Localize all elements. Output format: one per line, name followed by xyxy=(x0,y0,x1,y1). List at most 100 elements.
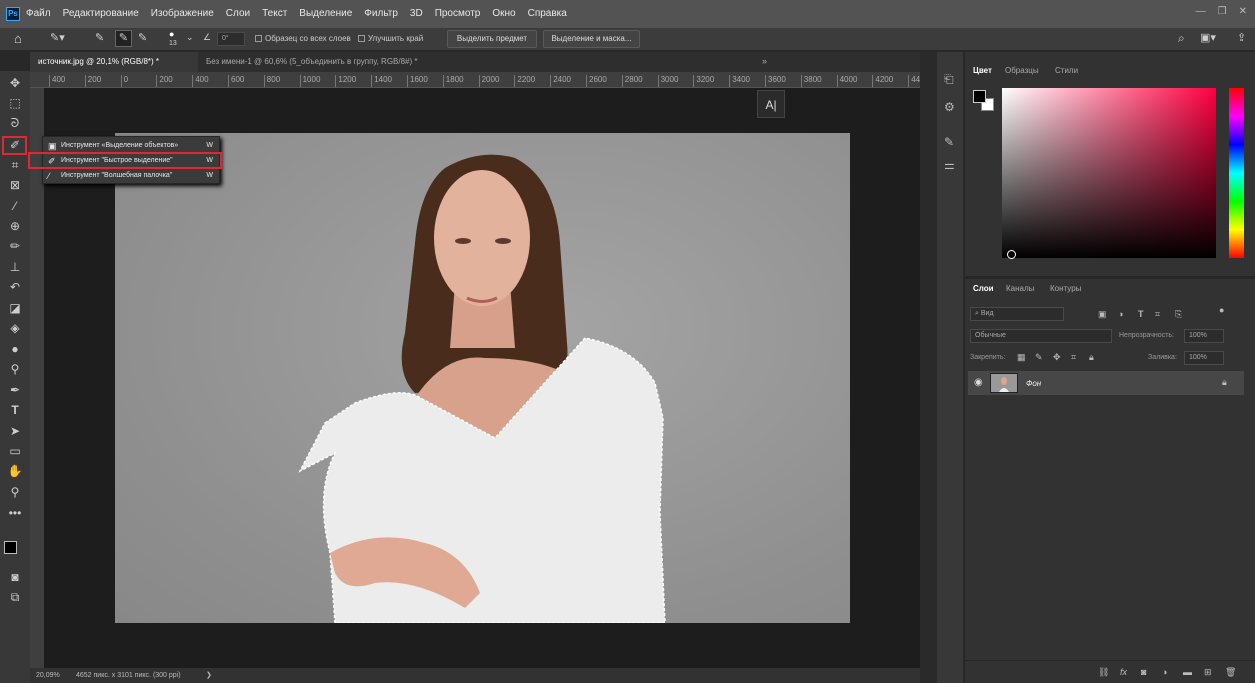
tab-channels[interactable]: Каналы xyxy=(1006,284,1034,293)
screen-mode-icon[interactable]: ⧉ xyxy=(5,589,25,606)
layer-thumbnail[interactable] xyxy=(990,373,1018,393)
panel-collapse-strip[interactable] xyxy=(920,52,937,683)
restore-button[interactable]: ❐ xyxy=(1218,6,1227,17)
new-layer-icon[interactable]: ⊞ xyxy=(1204,667,1212,678)
home-icon[interactable]: ⌂ xyxy=(14,31,22,46)
color-picker-cursor[interactable] xyxy=(1007,250,1016,259)
menu-view[interactable]: Просмотр xyxy=(429,0,487,28)
menu-window[interactable]: Окно xyxy=(486,0,521,28)
angle-field[interactable]: 0° xyxy=(217,32,245,46)
link-layers-icon[interactable]: ⛓ xyxy=(1098,667,1109,678)
lock-transparent-icon[interactable]: ▦ xyxy=(1017,352,1026,363)
more-tools-icon[interactable]: ••• xyxy=(5,505,25,522)
tab-untitled-1[interactable]: Без имени-1 @ 60,6% (5_объединить в груп… xyxy=(198,52,426,72)
add-mask-icon[interactable]: ◙ xyxy=(1141,667,1146,677)
stamp-tool-icon[interactable]: ⊥ xyxy=(5,259,25,276)
healing-tool-icon[interactable]: ⊕ xyxy=(5,218,25,235)
opacity-field[interactable]: 100% xyxy=(1184,329,1224,343)
lock-artboard-icon[interactable]: ⌗ xyxy=(1071,352,1076,363)
adjustments-panel-icon[interactable]: ⚌ xyxy=(944,158,955,172)
menu-layers[interactable]: Слои xyxy=(220,0,256,28)
eraser-tool-icon[interactable]: ◪ xyxy=(5,300,25,317)
new-selection-icon[interactable]: ✎ xyxy=(95,31,104,44)
workspace-icon[interactable]: ▣▾ xyxy=(1200,31,1216,44)
menu-text[interactable]: Текст xyxy=(256,0,293,28)
zoom-tool-icon[interactable]: ⚲ xyxy=(5,484,25,501)
chevron-down-icon[interactable]: ⌄ xyxy=(186,32,194,43)
blur-tool-icon[interactable]: ● xyxy=(5,341,25,358)
zoom-level[interactable]: 20,09% xyxy=(36,668,60,683)
quick-mask-icon[interactable]: ◙ xyxy=(5,569,25,586)
brushes-panel-icon[interactable]: ✎ xyxy=(944,135,954,149)
dodge-tool-icon[interactable]: ⚲ xyxy=(5,361,25,378)
pen-tool-icon[interactable]: ✒ xyxy=(5,382,25,399)
layer-filter-field[interactable]: ⌕ Вид xyxy=(970,307,1064,321)
frame-tool-icon[interactable]: ⊠ xyxy=(5,177,25,194)
enhance-edge-checkbox[interactable]: Улучшить край xyxy=(358,34,423,44)
new-group-icon[interactable]: ▬ xyxy=(1183,667,1192,677)
properties-panel-icon[interactable]: ⚙ xyxy=(944,100,955,114)
marquee-tool-icon[interactable]: ⬚ xyxy=(5,95,25,112)
filter-smart-object-icon[interactable]: ⎘ xyxy=(1175,309,1182,320)
filter-shape-icon[interactable]: ⌗ xyxy=(1155,309,1160,320)
color-picker-field[interactable] xyxy=(1002,88,1216,259)
history-panel-icon[interactable]: ⎗ xyxy=(944,72,954,87)
gradient-tool-icon[interactable]: ◈ xyxy=(5,320,25,337)
filter-pixel-icon[interactable]: ▣ xyxy=(1098,309,1107,320)
tab-layers[interactable]: Слои xyxy=(973,284,994,293)
adjustment-layer-icon[interactable]: ◑ xyxy=(1162,667,1167,677)
path-selection-tool-icon[interactable]: ➤ xyxy=(5,423,25,440)
menu-help[interactable]: Справка xyxy=(522,0,573,28)
filter-toggle-icon[interactable]: ● xyxy=(1219,305,1224,315)
tab-source-jpg[interactable]: источник.jpg @ 20,1% (RGB/8*) * xyxy=(30,52,198,72)
brush-tool-icon[interactable]: ✏ xyxy=(5,238,25,255)
panel-foreground-swatch[interactable] xyxy=(973,90,986,103)
lock-all-icon[interactable]: 🔒︎ xyxy=(1089,352,1094,363)
tab-swatches[interactable]: Образцы xyxy=(1005,66,1039,75)
menu-3d[interactable]: 3D xyxy=(404,0,429,28)
eyedropper-tool-icon[interactable]: ⁄ xyxy=(5,198,25,215)
select-and-mask-button[interactable]: Выделение и маска... xyxy=(543,30,640,48)
filter-type-icon[interactable]: T xyxy=(1138,309,1144,319)
select-subject-button[interactable]: Выделить предмет xyxy=(447,30,537,48)
foreground-color-swatch[interactable] xyxy=(4,541,17,554)
menu-file[interactable]: Файл xyxy=(20,0,57,28)
lasso-tool-icon[interactable]: ᘐ xyxy=(5,115,25,132)
minimize-button[interactable]: — xyxy=(1196,6,1206,17)
move-tool-icon[interactable]: ✥ xyxy=(5,75,25,92)
brush-preset-icon[interactable]: ✎▾ xyxy=(50,31,65,44)
history-brush-tool-icon[interactable]: ↶ xyxy=(5,279,25,296)
tab-color[interactable]: Цвет xyxy=(973,66,992,75)
visibility-eye-icon[interactable]: ◉ xyxy=(974,377,983,388)
hand-tool-icon[interactable]: ✋ xyxy=(5,463,25,480)
type-tool-icon[interactable]: T xyxy=(5,402,25,419)
hue-slider[interactable] xyxy=(1229,88,1244,258)
blend-mode-select[interactable]: Обычные xyxy=(970,329,1112,343)
subtract-selection-icon[interactable]: ✎ xyxy=(138,31,147,44)
flyout-item-magic-wand[interactable]: ⁄ Инструмент "Волшебная палочка" W xyxy=(43,168,219,183)
fill-field[interactable]: 100% xyxy=(1184,351,1224,365)
menu-edit[interactable]: Редактирование xyxy=(57,0,145,28)
search-icon[interactable]: ⌕ xyxy=(1178,31,1185,46)
share-icon[interactable]: ⇪ xyxy=(1237,31,1246,44)
crop-tool-icon[interactable]: ⌗ xyxy=(5,157,25,174)
rectangle-tool-icon[interactable]: ▭ xyxy=(5,443,25,460)
lock-position-icon[interactable]: ✥ xyxy=(1053,352,1061,363)
photoshop-logo[interactable]: Ps xyxy=(6,7,20,21)
status-menu-icon[interactable]: ❯ xyxy=(206,668,212,683)
menu-select[interactable]: Выделение xyxy=(293,0,358,28)
tabs-overflow-icon[interactable]: » xyxy=(762,56,767,66)
tab-styles[interactable]: Стили xyxy=(1055,66,1078,75)
sample-all-layers-checkbox[interactable]: Образец со всех слоев xyxy=(255,34,351,44)
layer-lock-icon[interactable]: 🔒︎ xyxy=(1222,377,1227,388)
menu-filter[interactable]: Фильтр xyxy=(358,0,404,28)
document-photo[interactable] xyxy=(115,133,850,624)
close-button[interactable]: ✕ xyxy=(1239,6,1247,17)
filter-adjustment-icon[interactable]: ◑ xyxy=(1118,309,1123,319)
brush-dot-icon[interactable]: ● xyxy=(169,29,174,39)
tab-paths[interactable]: Контуры xyxy=(1050,284,1081,293)
delete-layer-icon[interactable]: 🗑︎ xyxy=(1225,667,1236,678)
menu-image[interactable]: Изображение xyxy=(145,0,220,28)
flyout-item-object-selection[interactable]: ▣ Инструмент «Выделение объектов» W xyxy=(43,138,219,153)
layer-name[interactable]: Фон xyxy=(1026,379,1041,388)
